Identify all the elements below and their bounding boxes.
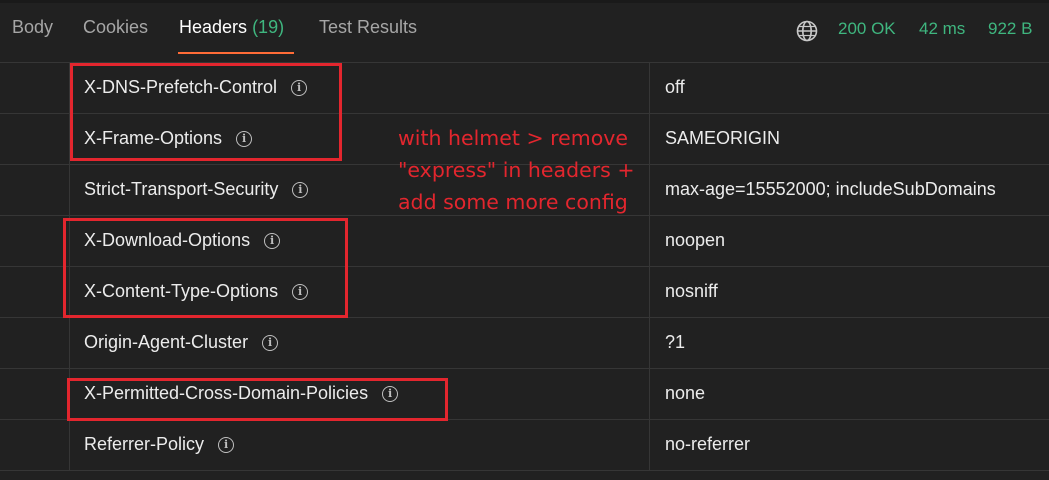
highlight-box-dns-frame <box>70 63 342 161</box>
header-value: none <box>665 383 706 403</box>
tab-body[interactable]: Body <box>12 17 53 38</box>
response-size[interactable]: 922 B <box>988 19 1032 39</box>
tab-headers-count: (19) <box>252 17 285 37</box>
header-value: max-age=15552000; includeSubDomains <box>665 179 996 199</box>
highlight-box-download-content <box>63 218 348 318</box>
response-tab-bar: Body Cookies Headers (19) Test Results 2… <box>0 3 1049 63</box>
globe-icon[interactable] <box>795 19 819 43</box>
header-key: Origin-Agent-Cluster i <box>84 332 279 353</box>
header-key: Strict-Transport-Security i <box>84 179 309 200</box>
active-tab-indicator <box>178 52 294 54</box>
tab-test-results[interactable]: Test Results <box>319 17 417 38</box>
table-row: Origin-Agent-Cluster i ?1 <box>0 318 1049 369</box>
response-time[interactable]: 42 ms <box>919 19 965 39</box>
tab-cookies[interactable]: Cookies <box>83 17 148 38</box>
header-value: SAMEORIGIN <box>665 128 781 148</box>
header-value: ?1 <box>665 332 686 352</box>
annotation-line: add some more config <box>398 190 628 214</box>
annotation-line: with helmet > remove <box>398 126 628 150</box>
header-value: nosniff <box>665 281 718 301</box>
info-icon[interactable]: i <box>218 436 235 453</box>
header-value: off <box>665 77 685 97</box>
header-value: noopen <box>665 230 726 250</box>
info-icon[interactable]: i <box>292 181 309 198</box>
info-icon[interactable]: i <box>262 334 279 351</box>
annotation-note: with helmet > remove "express" in header… <box>398 122 648 218</box>
table-row: Referrer-Policy i no-referrer <box>0 420 1049 471</box>
highlight-box-permitted-cross-domain <box>67 378 448 421</box>
header-value: no-referrer <box>665 434 751 454</box>
status-code[interactable]: 200 OK <box>838 19 896 39</box>
annotation-line: "express" in headers + <box>398 158 635 182</box>
header-key: Referrer-Policy i <box>84 434 235 455</box>
tab-headers-label: Headers <box>179 17 248 37</box>
tab-headers[interactable]: Headers (19) <box>179 17 284 38</box>
